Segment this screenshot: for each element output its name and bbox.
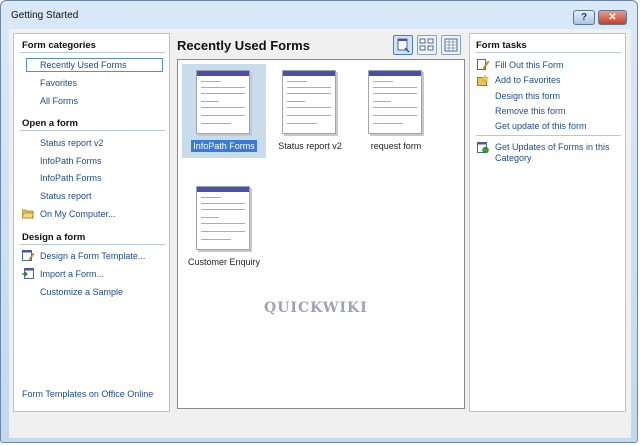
form-thumbnail — [368, 70, 422, 134]
category-recently-used[interactable]: Recently Used Forms — [26, 58, 163, 72]
form-tile-status-report-v2[interactable]: Status report v2 — [268, 64, 352, 158]
forms-gallery-area: Recently Used Forms InfoPath Forms Statu… — [175, 33, 465, 412]
tiles-view-icon — [419, 38, 434, 51]
divider — [476, 135, 621, 136]
form-tile-label: Customer Enquiry — [187, 257, 261, 267]
form-tasks-header: Form tasks — [476, 40, 527, 51]
open-form-infopath-forms-2[interactable]: InfoPath Forms — [40, 173, 102, 183]
form-categories-header: Form categories — [22, 40, 96, 51]
design-this-form-link[interactable]: Design this form — [495, 91, 560, 101]
design-template-icon — [22, 250, 34, 261]
help-button[interactable]: ? — [573, 10, 595, 25]
open-form-status-report-v2[interactable]: Status report v2 — [40, 138, 104, 148]
list-view-button[interactable] — [441, 35, 461, 55]
import-form-icon — [22, 268, 34, 279]
open-a-form-header: Open a form — [22, 118, 78, 129]
open-form-status-report[interactable]: Status report — [40, 191, 92, 201]
watermark-text: QUICKWIKI — [264, 300, 368, 316]
form-tile-label: request form — [370, 141, 422, 151]
divider — [20, 52, 165, 53]
import-form-link[interactable]: Import a Form... — [40, 269, 104, 279]
divider — [20, 130, 165, 131]
design-a-form-header: Design a form — [22, 232, 86, 243]
remove-this-form-link[interactable]: Remove this form — [495, 106, 566, 116]
form-tile-infopath-forms[interactable]: InfoPath Forms — [182, 64, 266, 158]
dialog-body: Form categories Recently Used Forms Favo… — [9, 29, 631, 438]
customize-sample-link[interactable]: Customize a Sample — [40, 287, 123, 297]
folder-open-icon — [22, 209, 34, 219]
design-form-template-link[interactable]: Design a Form Template... — [40, 251, 145, 261]
fill-out-form-link[interactable]: Fill Out this Form — [495, 60, 564, 70]
divider — [476, 52, 621, 53]
category-favorites[interactable]: Favorites — [40, 78, 77, 88]
update-forms-icon — [477, 142, 489, 153]
add-to-favorites-link[interactable]: Add to Favorites — [495, 75, 561, 85]
form-thumbnail — [282, 70, 336, 134]
getting-started-dialog: Getting Started ? ✕ Form categories Rece… — [0, 0, 638, 443]
tiles-view-button[interactable] — [417, 35, 437, 55]
open-form-on-my-computer[interactable]: On My Computer... — [40, 209, 116, 219]
form-tile-label: Status report v2 — [278, 141, 342, 151]
get-update-form-link[interactable]: Get update of this form — [495, 121, 587, 131]
add-favorites-icon — [477, 75, 489, 86]
form-thumbnail — [196, 186, 250, 250]
title-bar[interactable]: Getting Started ? ✕ — [1, 1, 637, 29]
form-categories-panel: Form categories Recently Used Forms Favo… — [13, 33, 170, 412]
office-online-templates-link[interactable]: Form Templates on Office Online — [22, 389, 153, 399]
large-icons-view-button[interactable] — [393, 35, 413, 55]
fill-out-form-icon — [477, 59, 489, 70]
form-tile-label: InfoPath Forms — [191, 140, 257, 152]
close-button[interactable]: ✕ — [598, 10, 627, 25]
form-tile-customer-enquiry[interactable]: Customer Enquiry — [182, 180, 266, 274]
large-icons-view-icon — [397, 38, 410, 53]
open-form-infopath-forms[interactable]: InfoPath Forms — [40, 156, 102, 166]
form-tile-request-form[interactable]: request form — [354, 64, 438, 158]
divider — [20, 244, 165, 245]
category-all-forms[interactable]: All Forms — [40, 96, 78, 106]
gallery-title: Recently Used Forms — [177, 38, 310, 53]
get-updates-category-link[interactable]: Get Updates of Forms in this Category — [495, 142, 617, 164]
forms-gallery[interactable]: InfoPath Forms Status report v2 request … — [177, 59, 465, 409]
form-tasks-panel: Form tasks Fill Out this Form Add to Fav… — [469, 33, 626, 412]
list-view-icon — [444, 38, 458, 52]
window-title: Getting Started — [11, 10, 79, 21]
form-thumbnail — [196, 70, 250, 134]
